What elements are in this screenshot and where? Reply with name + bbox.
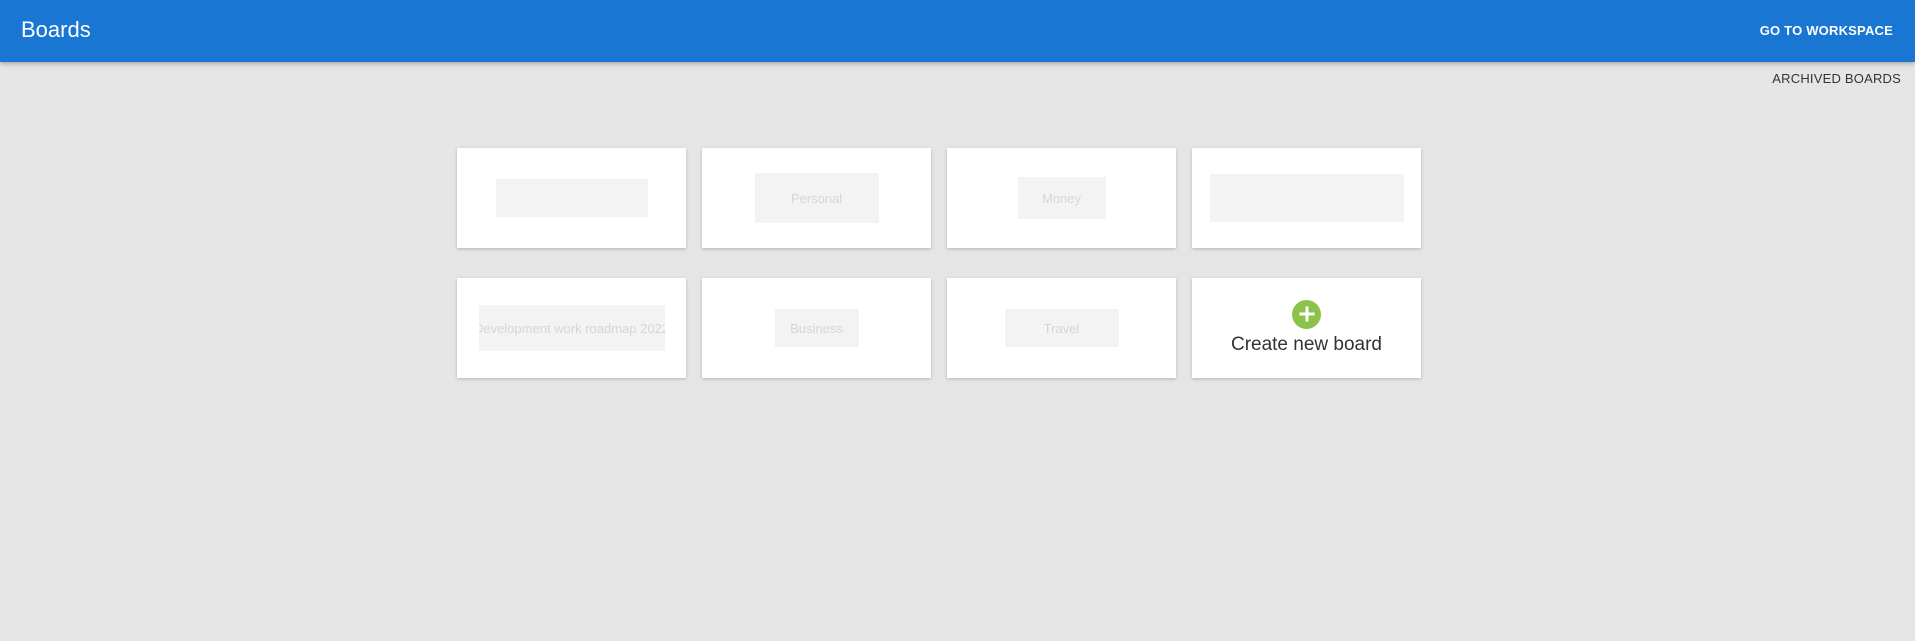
create-new-board-label: Create new board (1230, 333, 1383, 355)
board-name (1209, 174, 1404, 222)
page-title: Boards (21, 17, 91, 42)
archived-boards-button[interactable]: ARCHIVED BOARDS (1772, 69, 1901, 89)
plus-circle-icon (1292, 299, 1321, 329)
board-name: Personal (754, 173, 879, 223)
board-name: Development work roadmap 2022 (478, 305, 665, 351)
board-card[interactable] (457, 148, 686, 248)
board-grid: Personal Money Development work roadmap … (457, 148, 1421, 378)
board-card[interactable]: Personal (702, 148, 931, 248)
board-name: Business (774, 309, 859, 347)
board-card[interactable]: Business (702, 278, 931, 378)
board-name: Money (1017, 177, 1106, 219)
create-new-board-button[interactable]: Create new board (1192, 278, 1421, 378)
board-card[interactable]: Money (947, 148, 1176, 248)
board-name: Travel (1004, 309, 1119, 347)
go-to-workspace-button[interactable]: GO TO WORKSPACE (1760, 19, 1893, 43)
board-name (495, 179, 648, 217)
board-card[interactable]: Travel (947, 278, 1176, 378)
board-card[interactable] (1192, 148, 1421, 248)
board-card[interactable]: Development work roadmap 2022 (457, 278, 686, 378)
app-bar: Boards GO TO WORKSPACE (0, 0, 1915, 62)
